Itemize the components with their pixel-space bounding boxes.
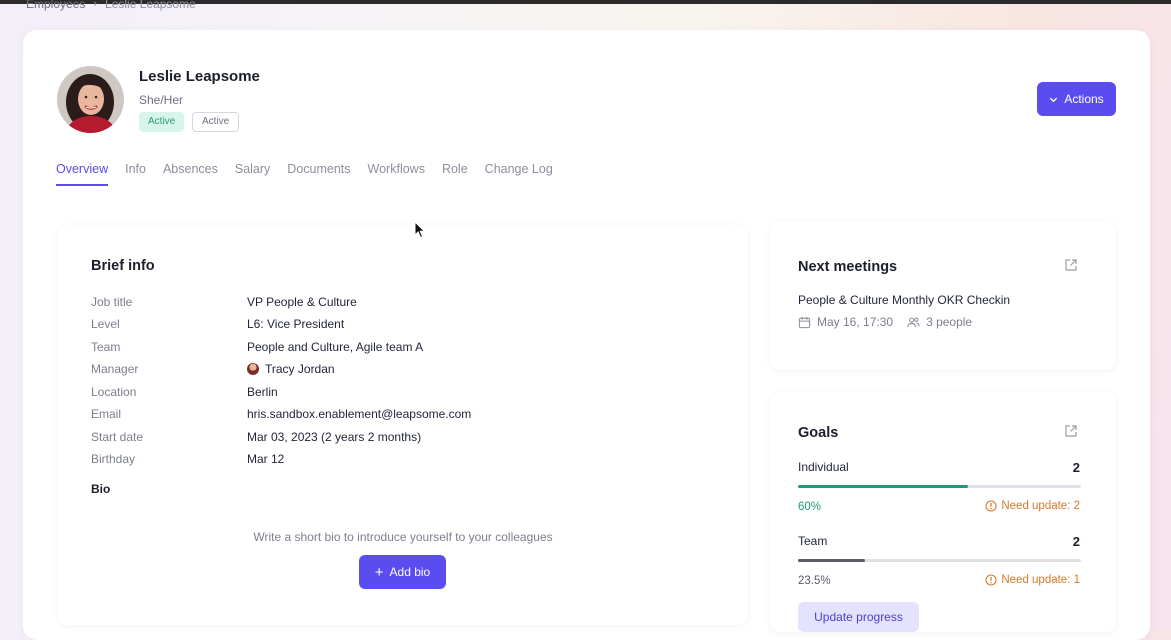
status-badge-outline: Active bbox=[192, 112, 240, 132]
breadcrumb: Employees › Leslie Leapsome bbox=[26, 0, 196, 11]
info-label: Start date bbox=[91, 430, 144, 444]
info-label: Level bbox=[91, 317, 120, 331]
info-row-email: Email hris.sandbox.enablement@leapsome.c… bbox=[91, 407, 471, 421]
actions-button-label: Actions bbox=[1064, 92, 1104, 106]
brief-info-panel: Brief info Job title VP People & Culture… bbox=[58, 225, 748, 625]
bio-hint: Write a short bio to introduce yourself … bbox=[253, 530, 553, 544]
info-label: Birthday bbox=[91, 452, 136, 466]
next-meetings-panel: Next meetings People & Culture Monthly O… bbox=[770, 222, 1116, 370]
people-icon bbox=[907, 317, 920, 327]
goal-team-progress-fill bbox=[798, 559, 865, 562]
tab-info[interactable]: Info bbox=[125, 162, 146, 186]
tab-absences[interactable]: Absences bbox=[163, 162, 218, 186]
mouse-cursor-icon bbox=[414, 221, 426, 239]
meeting-title[interactable]: People & Culture Monthly OKR Checkin bbox=[798, 293, 1010, 307]
info-row-manager: Manager Tracy Jordan bbox=[91, 362, 335, 376]
info-label: Team bbox=[91, 340, 121, 354]
employee-avatar bbox=[57, 66, 124, 133]
status-badge: Active bbox=[139, 112, 185, 132]
goal-individual-name: Individual bbox=[798, 460, 849, 474]
info-row-birthday: Birthday Mar 12 bbox=[91, 452, 284, 466]
tab-workflows[interactable]: Workflows bbox=[368, 162, 425, 186]
goals-title: Goals bbox=[798, 425, 839, 441]
info-row-location: Location Berlin bbox=[91, 385, 278, 399]
info-row-level: Level L6: Vice President bbox=[91, 317, 344, 331]
meeting-date: May 16, 17:30 bbox=[817, 315, 894, 329]
info-value: hris.sandbox.enablement@leapsome.com bbox=[247, 407, 472, 421]
info-value: Berlin bbox=[247, 385, 278, 399]
manager-name: Tracy Jordan bbox=[265, 362, 335, 376]
add-bio-button[interactable]: + Add bio bbox=[359, 555, 446, 589]
goal-team-name: Team bbox=[798, 534, 828, 548]
warning-circle-icon bbox=[985, 574, 997, 586]
goals-panel: Goals Individual 2 60% Need update: 2 Te… bbox=[770, 392, 1116, 632]
warning-circle-icon bbox=[985, 500, 997, 512]
goal-team-progress-bar bbox=[798, 559, 1081, 562]
chevron-right-icon: › bbox=[93, 0, 98, 10]
breadcrumb-current: Leslie Leapsome bbox=[105, 0, 196, 11]
tab-change-log[interactable]: Change Log bbox=[485, 162, 553, 186]
info-value: Mar 12 bbox=[247, 452, 285, 466]
info-row-team: Team People and Culture, Agile team A bbox=[91, 340, 423, 354]
external-link-icon[interactable] bbox=[1064, 424, 1078, 438]
actions-button[interactable]: Actions bbox=[1037, 82, 1116, 116]
goal-individual-count: 2 bbox=[1072, 460, 1080, 475]
tab-overview[interactable]: Overview bbox=[56, 162, 109, 186]
external-link-icon[interactable] bbox=[1064, 258, 1078, 272]
profile-tabs: Overview Info Absences Salary Documents … bbox=[56, 162, 570, 186]
meeting-meta: May 16, 17:30 3 people bbox=[798, 315, 972, 329]
calendar-icon bbox=[798, 316, 811, 328]
info-label: Email bbox=[91, 407, 122, 421]
goal-individual-percent: 60% bbox=[798, 501, 822, 513]
info-value: L6: Vice President bbox=[247, 317, 345, 331]
next-meetings-title: Next meetings bbox=[798, 259, 898, 275]
goal-team-warning-text: Need update: 1 bbox=[1001, 574, 1080, 586]
manager-avatar bbox=[247, 363, 259, 375]
meeting-attendees: 3 people bbox=[926, 315, 973, 329]
manager-link[interactable]: Tracy Jordan bbox=[247, 362, 335, 376]
tab-role[interactable]: Role bbox=[442, 162, 468, 186]
goal-team-percent: 23.5% bbox=[798, 575, 831, 587]
tab-salary[interactable]: Salary bbox=[235, 162, 270, 186]
goal-team-warning[interactable]: Need update: 1 bbox=[985, 574, 1080, 586]
goal-individual-progress-bar bbox=[798, 485, 1081, 488]
info-row-start-date: Start date Mar 03, 2023 (2 years 2 month… bbox=[91, 430, 421, 444]
info-label: Manager bbox=[91, 362, 139, 376]
info-value: VP People & Culture bbox=[247, 295, 357, 309]
info-value: Mar 03, 2023 (2 years 2 months) bbox=[247, 430, 422, 444]
info-label: Location bbox=[91, 385, 137, 399]
goal-team-count: 2 bbox=[1072, 534, 1080, 549]
plus-icon: + bbox=[374, 563, 384, 581]
breadcrumb-employees-link[interactable]: Employees bbox=[26, 0, 85, 11]
bio-label: Bio bbox=[91, 482, 111, 496]
tab-documents[interactable]: Documents bbox=[287, 162, 350, 186]
chevron-down-icon bbox=[1050, 97, 1058, 102]
info-label: Job title bbox=[91, 295, 133, 309]
brief-info-title: Brief info bbox=[91, 258, 155, 274]
employee-pronouns: She/Her bbox=[139, 93, 184, 107]
info-value: People and Culture, Agile team A bbox=[247, 340, 424, 354]
goal-individual-warning[interactable]: Need update: 2 bbox=[985, 500, 1080, 512]
employee-name: Leslie Leapsome bbox=[139, 68, 260, 85]
goal-individual-progress-fill bbox=[798, 485, 968, 488]
add-bio-label: Add bio bbox=[389, 565, 431, 579]
info-row-job-title: Job title VP People & Culture bbox=[91, 295, 357, 309]
goal-individual-warning-text: Need update: 2 bbox=[1001, 500, 1080, 512]
